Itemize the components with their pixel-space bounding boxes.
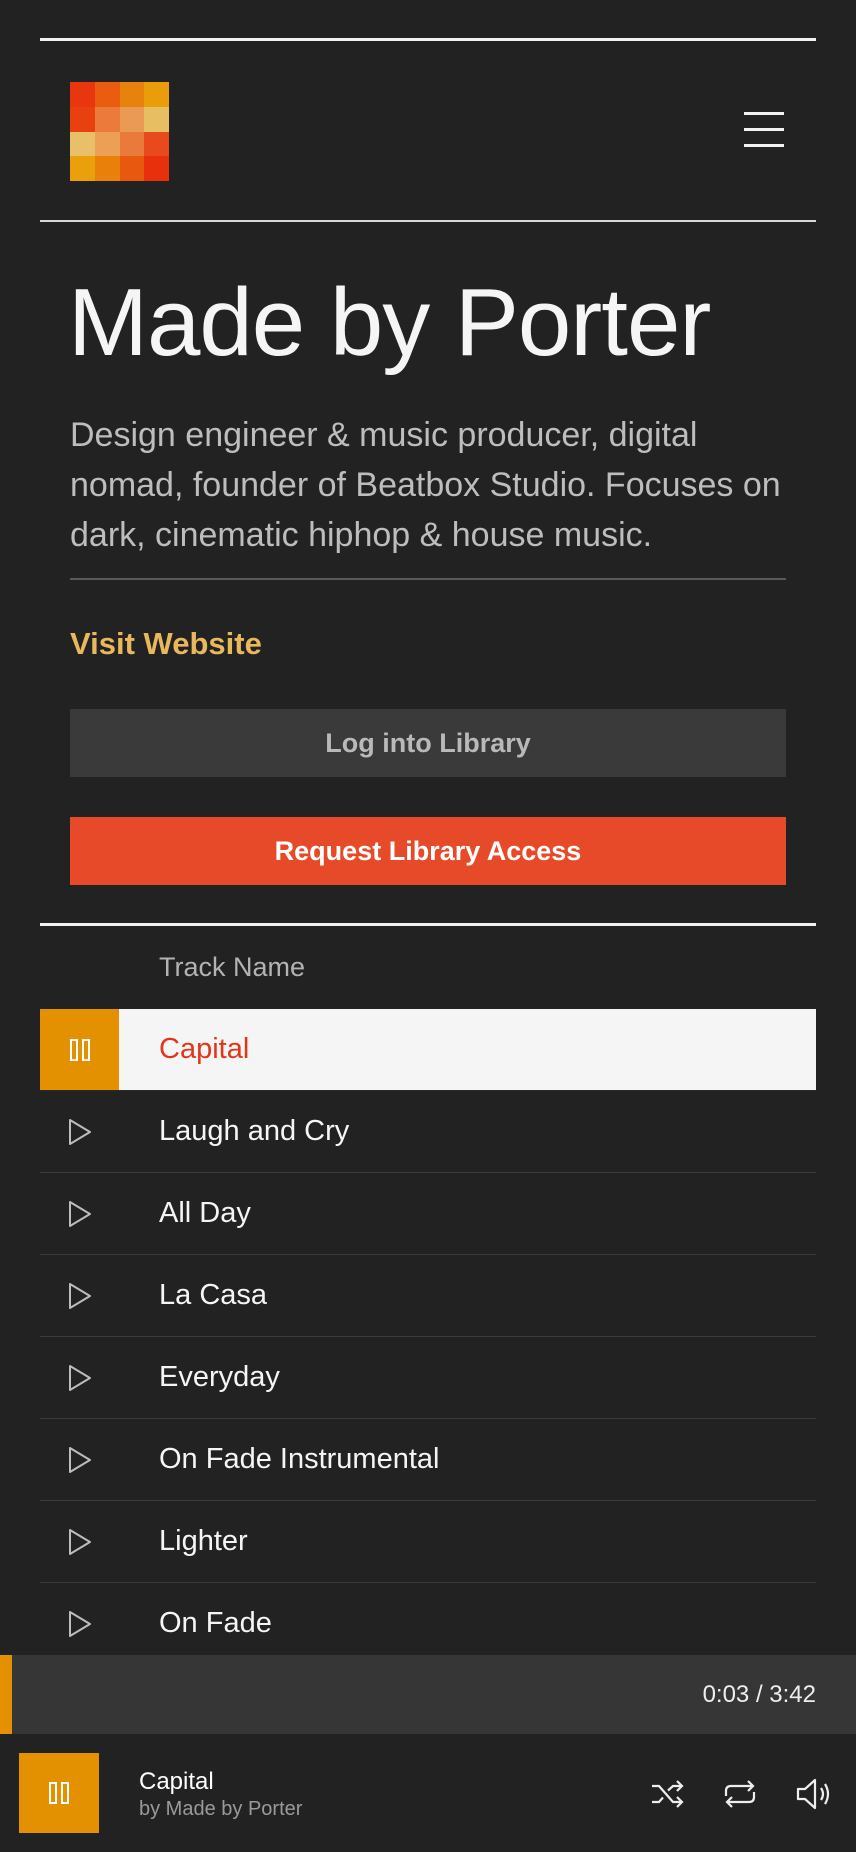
play-icon[interactable]	[40, 1255, 119, 1336]
request-library-access-button[interactable]: Request Library Access	[70, 817, 786, 885]
play-icon[interactable]	[40, 1173, 119, 1254]
track-row[interactable]: All Day	[40, 1173, 816, 1255]
tracklist-divider	[40, 923, 816, 926]
now-playing-artist: by Made by Porter	[139, 1798, 303, 1820]
play-icon[interactable]	[40, 1091, 119, 1172]
track-row[interactable]: Lighter	[40, 1501, 816, 1583]
logo-pixel	[144, 131, 169, 157]
top-divider	[40, 38, 816, 41]
logo-pixel	[119, 82, 145, 107]
now-playing-bar: Capital by Made by Porter	[0, 1734, 856, 1852]
play-icon[interactable]	[40, 1337, 119, 1418]
track-name: On Fade	[159, 1607, 272, 1639]
hamburger-menu-icon[interactable]	[740, 108, 788, 150]
logo-pixel	[119, 131, 145, 157]
logo-pixel	[70, 156, 95, 181]
pixel-grid-logo-icon[interactable]	[70, 82, 169, 181]
track-row[interactable]: La Casa	[40, 1255, 816, 1337]
progress-fill	[0, 1655, 12, 1734]
play-icon[interactable]	[40, 1501, 119, 1582]
artist-bio: Design engineer & music producer, digita…	[70, 416, 781, 554]
track-name: Capital	[159, 1033, 250, 1065]
bio-divider	[70, 578, 786, 580]
logo-pixel	[119, 156, 145, 181]
header-divider	[40, 220, 816, 222]
track-row[interactable]: Everyday	[40, 1337, 816, 1419]
track-row[interactable]: Laugh and Cry	[40, 1091, 816, 1173]
track-name: Laugh and Cry	[159, 1115, 350, 1147]
track-row[interactable]: On Fade	[40, 1583, 816, 1665]
track-row[interactable]: On Fade Instrumental	[40, 1419, 816, 1501]
play-icon[interactable]	[40, 1583, 119, 1664]
logo-pixel	[144, 156, 169, 181]
track-name: Lighter	[159, 1525, 248, 1557]
track-name: On Fade Instrumental	[159, 1443, 440, 1475]
player-pause-button[interactable]	[19, 1753, 99, 1833]
time-display: 0:03 / 3:42	[702, 1681, 816, 1708]
logo-pixel	[94, 131, 120, 157]
logo-pixel	[119, 106, 145, 132]
logo-pixel	[144, 106, 169, 132]
track-name: All Day	[159, 1197, 251, 1229]
shuffle-icon[interactable]	[648, 1774, 688, 1814]
logo-pixel	[94, 82, 120, 107]
play-icon[interactable]	[40, 1419, 119, 1500]
track-name-column-header: Track Name	[159, 952, 306, 982]
logo-pixel	[70, 82, 95, 107]
visit-website-link[interactable]: Visit Website	[70, 626, 262, 662]
page-title: Made by Porter	[68, 269, 711, 376]
now-playing-title: Capital	[139, 1768, 214, 1795]
track-row[interactable]: Capital	[40, 1009, 816, 1091]
track-name: Everyday	[159, 1361, 280, 1393]
logo-pixel	[70, 106, 95, 132]
logo-pixel	[70, 131, 95, 157]
track-list: Capital Laugh and Cry All Day La Casa Everyd…	[40, 1009, 816, 1665]
logo-pixel	[94, 156, 120, 181]
log-into-library-button[interactable]: Log into Library	[70, 709, 786, 777]
logo-pixel	[94, 106, 120, 132]
playback-progress-bar[interactable]: 0:03 / 3:42	[0, 1655, 856, 1734]
volume-icon[interactable]	[794, 1774, 834, 1814]
pause-icon[interactable]	[40, 1009, 119, 1090]
logo-pixel	[144, 82, 169, 107]
track-name: La Casa	[159, 1279, 268, 1311]
pause-icon	[49, 1782, 69, 1804]
repeat-icon[interactable]	[720, 1774, 760, 1814]
